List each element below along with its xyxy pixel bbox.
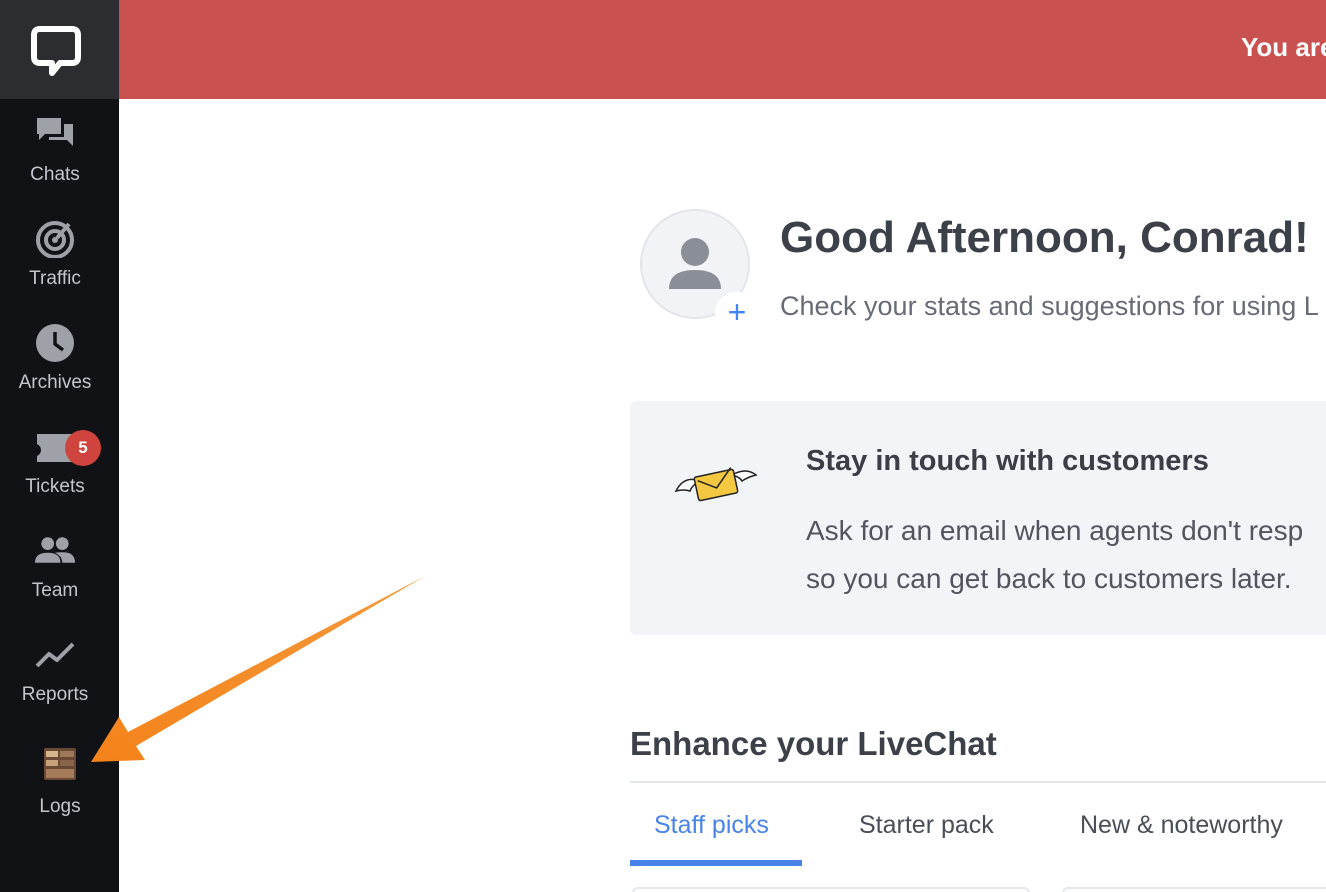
tab-new-noteworthy[interactable]: New & noteworthy (1080, 811, 1283, 840)
section-divider (630, 781, 1326, 783)
sidebar-item-logs[interactable]: Logs (5, 738, 115, 828)
chat-bubble-icon (31, 26, 81, 76)
top-banner: You are (119, 0, 1326, 99)
sidebar: Chats Traffic Archives Tickets 5 Team Re… (0, 0, 119, 892)
enhance-section-title: Enhance your LiveChat (630, 725, 997, 762)
traffic-icon (36, 221, 74, 258)
sidebar-item-label: Archives (18, 372, 92, 393)
chats-icon (37, 118, 73, 146)
livechat-logo[interactable] (0, 0, 119, 99)
sidebar-item-label: Reports (21, 684, 89, 705)
app-card[interactable] (1062, 887, 1326, 892)
suggestion-card[interactable]: Stay in touch with customers Ask for an … (630, 401, 1326, 635)
sidebar-item-label: Team (31, 580, 79, 601)
sidebar-item-label: Logs (39, 796, 81, 817)
suggestion-line: so you can get back to customers later. (806, 563, 1292, 594)
clock-icon (36, 324, 74, 362)
tickets-count-badge: 5 (65, 430, 101, 466)
suggestion-title: Stay in touch with customers (806, 445, 1209, 477)
greeting-subtitle: Check your stats and suggestions for usi… (780, 291, 1319, 321)
app-card[interactable] (632, 887, 1030, 892)
suggestion-body: Ask for an email when agents don't resp … (806, 507, 1303, 603)
sidebar-item-label: Traffic (29, 268, 81, 289)
team-icon (35, 537, 75, 563)
add-photo-button[interactable]: + (715, 292, 759, 332)
greeting-title: Good Afternoon, Conrad! (780, 213, 1309, 262)
active-tab-indicator (630, 860, 802, 866)
sidebar-item-archives[interactable]: Archives (0, 318, 110, 408)
sidebar-item-traffic[interactable]: Traffic (0, 214, 110, 304)
logs-icon (44, 748, 76, 780)
sidebar-item-reports[interactable]: Reports (0, 630, 110, 720)
sidebar-item-label: Chats (30, 164, 80, 185)
banner-text: You are (1241, 32, 1326, 62)
flying-envelope-icon (674, 467, 758, 502)
suggestion-line: Ask for an email when agents don't resp (806, 515, 1304, 546)
sidebar-item-team[interactable]: Team (0, 526, 110, 616)
tab-starter-pack[interactable]: Starter pack (859, 811, 994, 840)
main-content: + Good Afternoon, Conrad! Check your sta… (119, 99, 1326, 892)
sidebar-item-chats[interactable]: Chats (0, 110, 110, 200)
reports-icon (35, 642, 75, 668)
sidebar-item-label: Tickets (25, 476, 85, 497)
tab-staff-picks[interactable]: Staff picks (654, 811, 769, 840)
